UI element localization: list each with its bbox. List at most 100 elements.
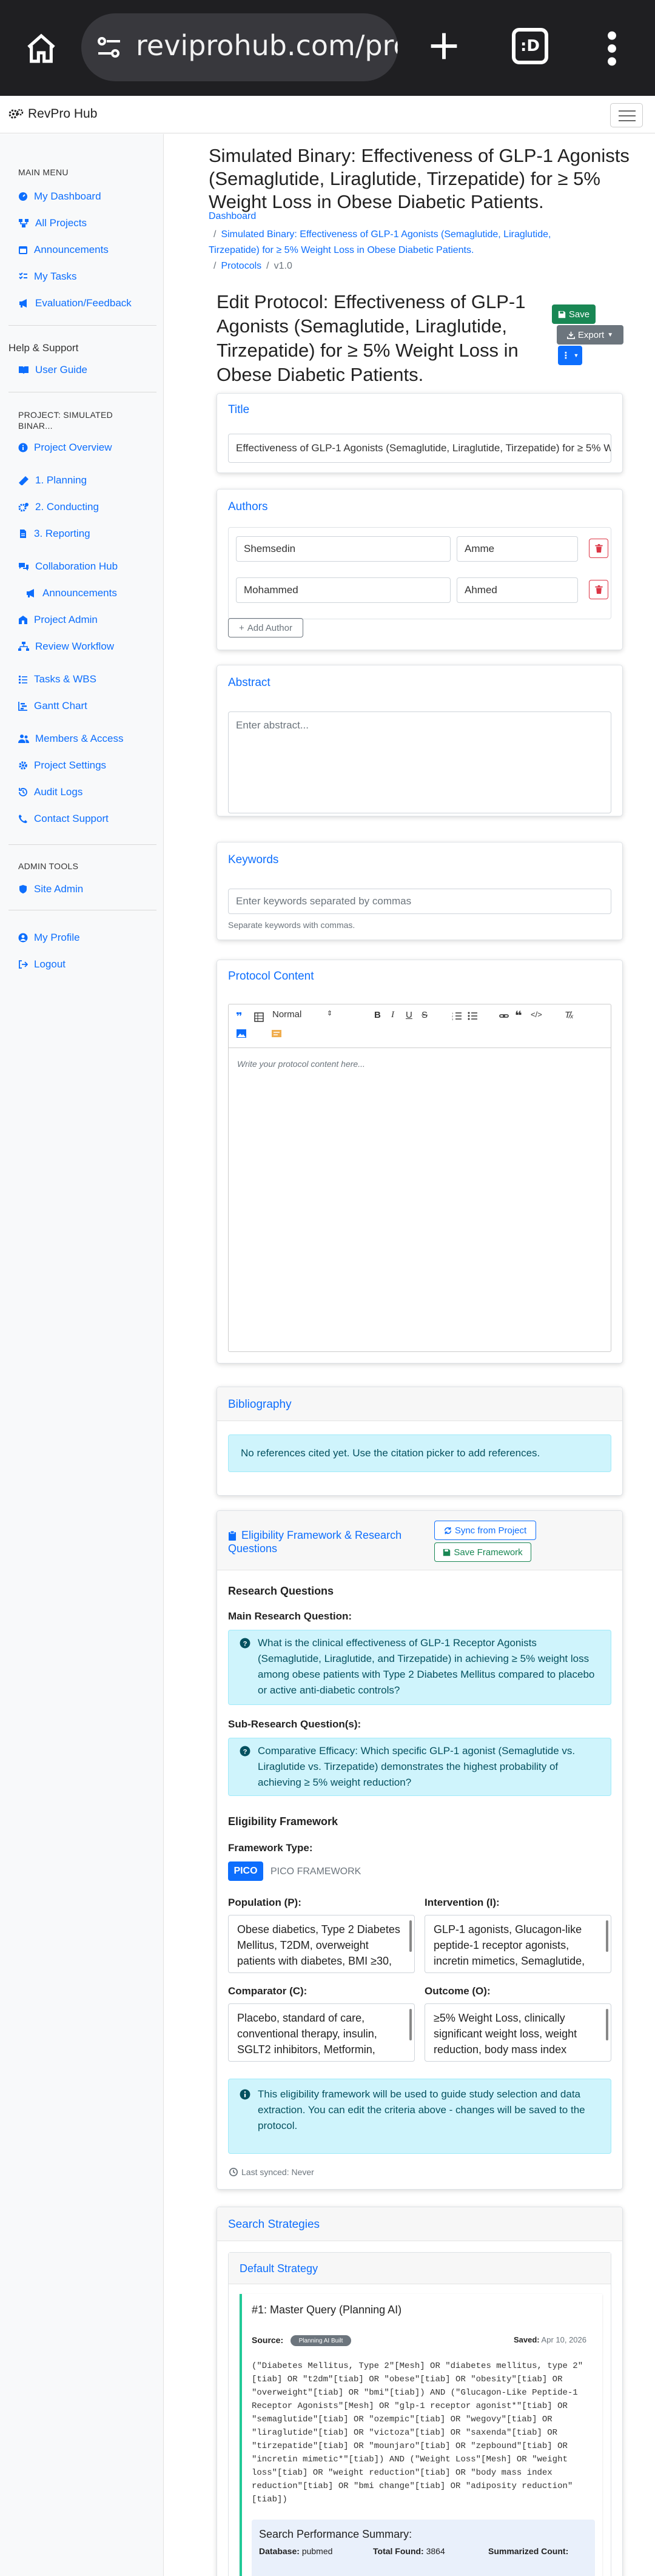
- book-icon: [19, 366, 29, 374]
- sidebar-item-conducting[interactable]: 2. Conducting: [18, 501, 99, 513]
- outcome-textarea[interactable]: ≥5% Weight Loss, clinically significant …: [425, 2003, 611, 2062]
- clear-format-icon[interactable]: T̸ₓ: [565, 1010, 574, 1020]
- export-dropdown-button[interactable]: Export ▼: [557, 325, 623, 345]
- sidebar-item-review-workflow[interactable]: Review Workflow: [18, 641, 114, 653]
- sidebar-item-announcements[interactable]: Announcements: [18, 244, 109, 256]
- italic-icon[interactable]: I: [391, 1010, 394, 1020]
- sidebar-item-project-settings[interactable]: Project Settings: [18, 759, 106, 772]
- keywords-card-heading: Keywords: [228, 853, 279, 866]
- breadcrumb-project[interactable]: Simulated Binary: Effectiveness of GLP-1…: [209, 229, 551, 255]
- editor-placeholder[interactable]: Write your protocol content here...: [237, 1059, 365, 1069]
- eligibility-heading-line2: Questions: [228, 1542, 278, 1555]
- found-value: 3864: [426, 2546, 445, 2556]
- sidebar-item-gantt-chart[interactable]: Gantt Chart: [18, 700, 87, 712]
- sign-out-icon: [19, 960, 28, 969]
- author-first-name-input[interactable]: Mohammed: [236, 577, 451, 603]
- more-actions-button[interactable]: ⋮ ▼: [558, 346, 582, 365]
- site-settings-icon[interactable]: [95, 33, 124, 62]
- sidebar-item-tasks-wbs[interactable]: Tasks & WBS: [18, 673, 96, 685]
- sub-question-label: Sub-Research Question(s):: [228, 1718, 361, 1730]
- sidebar-item-planning[interactable]: 1. Planning: [18, 474, 87, 486]
- remove-author-button[interactable]: [589, 580, 608, 599]
- scrollbar[interactable]: [606, 2009, 608, 2040]
- table-icon[interactable]: [254, 1012, 264, 1022]
- abstract-textarea[interactable]: Enter abstract...: [228, 711, 611, 813]
- scrollbar[interactable]: [409, 1920, 412, 1952]
- scrollbar[interactable]: [409, 2009, 412, 2040]
- save-framework-button[interactable]: Save Framework: [434, 1542, 531, 1562]
- ordered-list-icon[interactable]: 123: [452, 1012, 462, 1020]
- sidebar-item-project-admin[interactable]: Project Admin: [18, 614, 98, 626]
- sidebar-item-user-guide[interactable]: User Guide: [18, 364, 87, 376]
- svg-text:?: ?: [243, 1641, 247, 1648]
- title-input[interactable]: Effectiveness of GLP-1 Agonists (Semaglu…: [228, 434, 611, 463]
- tab-switcher-button[interactable]: :D: [512, 28, 548, 64]
- keywords-input[interactable]: Enter keywords separated by commas: [228, 889, 611, 914]
- link-icon[interactable]: [499, 1012, 509, 1020]
- blockquote-icon[interactable]: ❞: [236, 1011, 243, 1023]
- comparator-label: Comparator (C):: [228, 1985, 307, 1997]
- code-icon[interactable]: </>: [531, 1010, 542, 1019]
- sidebar-item-label: Project Admin: [34, 614, 98, 625]
- format-select[interactable]: Normal ⇕: [272, 1009, 339, 1024]
- breadcrumb-dashboard[interactable]: Dashboard: [209, 211, 256, 222]
- sidebar-item-my-tasks[interactable]: My Tasks: [18, 271, 77, 283]
- source-label: Source:: [252, 2335, 284, 2345]
- save-button[interactable]: Save: [552, 304, 596, 324]
- sidebar-item-evaluation-feedback[interactable]: Evaluation/Feedback: [18, 297, 132, 309]
- sidebar-item-my-profile[interactable]: My Profile: [18, 932, 80, 944]
- sidebar-item-logout[interactable]: Logout: [18, 958, 66, 970]
- comparator-textarea[interactable]: Placebo, standard of care, conventional …: [228, 2003, 415, 2062]
- keywords-help: Separate keywords with commas.: [228, 920, 355, 930]
- divider: [8, 844, 156, 845]
- author-first-name-input[interactable]: Shemsedin: [236, 536, 451, 562]
- population-textarea[interactable]: Obese diabetics, Type 2 Diabetes Mellitu…: [228, 1915, 415, 1973]
- sidebar-item-my-dashboard[interactable]: My Dashboard: [18, 190, 101, 203]
- breadcrumb-protocols[interactable]: Protocols: [221, 261, 261, 271]
- sub-question-alert: ? Comparative Efficacy: Which specific G…: [228, 1738, 611, 1796]
- remove-author-button[interactable]: [589, 539, 608, 558]
- outcome-text: ≥5% Weight Loss, clinically significant …: [434, 2012, 577, 2056]
- menu-toggle-button[interactable]: [610, 103, 643, 127]
- sidebar-item-site-admin[interactable]: Site Admin: [18, 883, 83, 895]
- sidebar-item-all-projects[interactable]: All Projects: [18, 217, 87, 229]
- new-tab-icon[interactable]: [425, 27, 463, 69]
- cite-icon[interactable]: [271, 1029, 282, 1038]
- comparator-text: Placebo, standard of care, conventional …: [237, 2012, 377, 2056]
- add-author-button[interactable]: + Add Author: [228, 618, 303, 637]
- clipboard-icon: [229, 1530, 236, 1541]
- sidebar-item-collaboration-hub[interactable]: Collaboration Hub: [18, 560, 118, 573]
- intervention-textarea[interactable]: GLP-1 agonists, Glucagon-like peptide-1 …: [425, 1915, 611, 1973]
- sidebar-item-project-announcements[interactable]: Announcements: [25, 587, 117, 599]
- insert-image-icon[interactable]: [236, 1029, 247, 1038]
- gear-icon: [19, 761, 27, 770]
- save-icon: [558, 311, 566, 318]
- edit-protocol-heading: Edit Protocol: Effectiveness of GLP-1 Ag…: [217, 291, 526, 385]
- address-bar[interactable]: reviprohub.com/proje: [81, 13, 398, 81]
- sidebar-item-members-access[interactable]: Members & Access: [18, 733, 124, 745]
- sidebar-item-label: Collaboration Hub: [35, 560, 118, 572]
- sidebar-item-reporting[interactable]: 3. Reporting: [18, 528, 90, 540]
- underline-icon[interactable]: U: [406, 1010, 412, 1020]
- sync-from-project-button[interactable]: Sync from Project: [434, 1521, 536, 1540]
- bullet-list-icon[interactable]: [468, 1012, 477, 1020]
- sidebar-item-contact-support[interactable]: Contact Support: [18, 813, 109, 825]
- author-last-name-input[interactable]: Amme: [457, 536, 578, 562]
- save-icon: [443, 1549, 451, 1556]
- scrollbar[interactable]: [606, 1920, 608, 1952]
- quote-icon[interactable]: ❝: [515, 1008, 522, 1023]
- sidebar-item-audit-logs[interactable]: Audit Logs: [18, 786, 82, 798]
- saved-label: Saved:: [514, 2335, 540, 2344]
- main-question-label: Main Research Question:: [228, 1610, 352, 1622]
- bold-icon[interactable]: B: [374, 1010, 381, 1020]
- home-icon[interactable]: [22, 24, 61, 73]
- url-text: reviprohub.com/proje: [136, 29, 398, 62]
- author-last-name-input[interactable]: Ahmed: [457, 577, 578, 603]
- user-circle-icon: [18, 933, 28, 943]
- strike-icon[interactable]: S: [422, 1010, 428, 1020]
- summary-title: Search Performance Summary:: [259, 2528, 412, 2540]
- eligibility-framework-heading: Eligibility Framework: [228, 1815, 338, 1828]
- browser-menu-icon[interactable]: [604, 29, 620, 71]
- sidebar-item-project-overview[interactable]: Project Overview: [18, 442, 112, 454]
- brand[interactable]: RevPro Hub: [8, 107, 97, 121]
